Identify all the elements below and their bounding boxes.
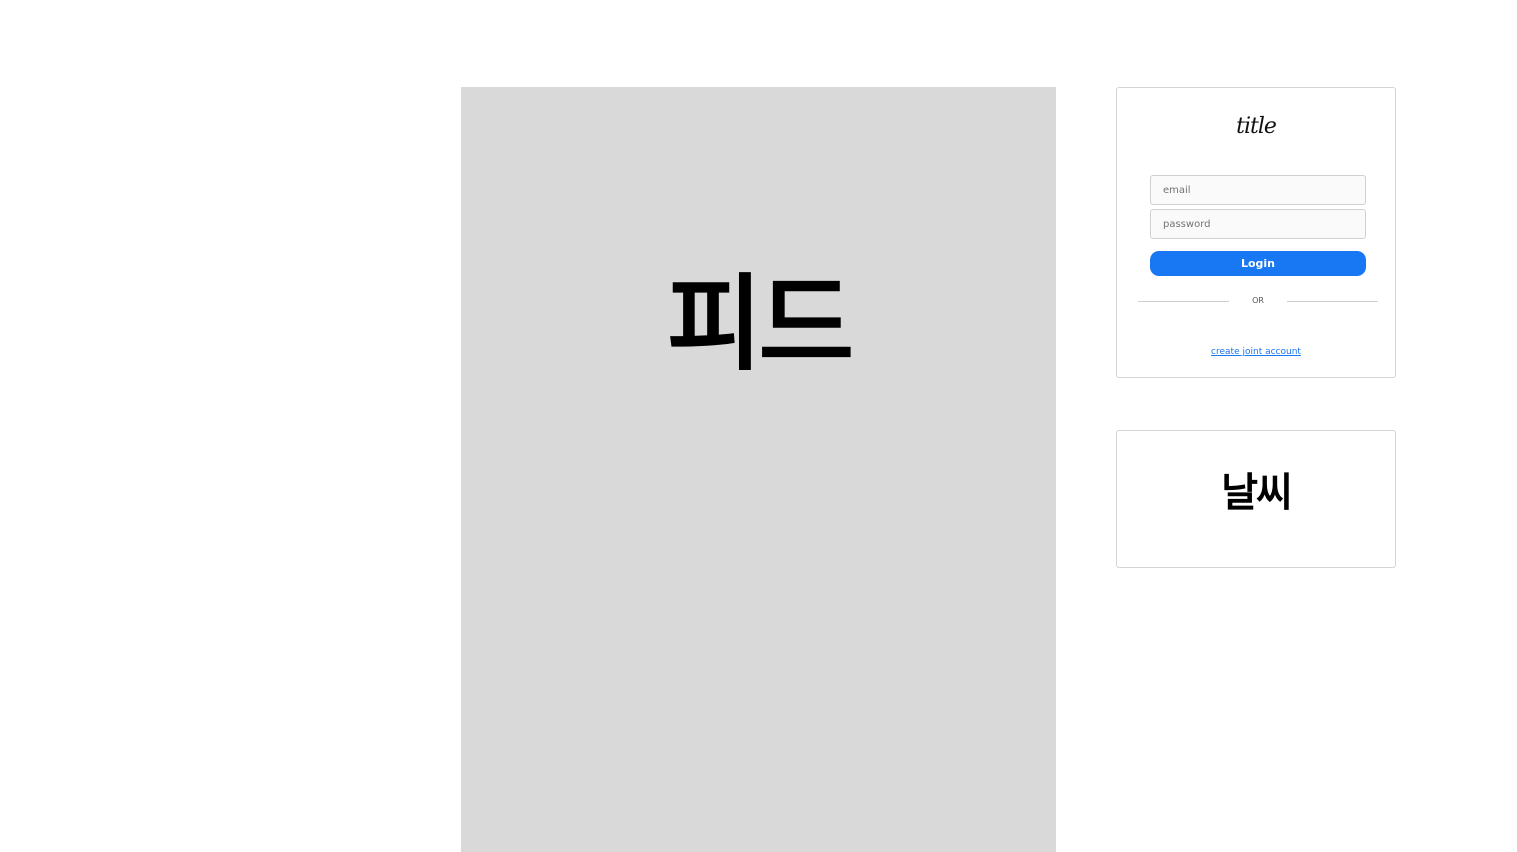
weather-title: 날씨 [1221,470,1293,516]
email-field[interactable] [1150,175,1366,205]
login-logo: title [1236,114,1277,139]
divider-line-left [1138,301,1229,302]
divider-or-text: OR [1252,296,1264,305]
login-card: title Login OR create joint account [1116,87,1396,378]
login-button[interactable]: Login [1150,251,1366,276]
page: 피드 title Login OR create joint account 날… [0,0,1517,852]
feed-title: 피드 [666,263,854,385]
create-account-link[interactable]: create joint account [1117,347,1395,357]
password-field[interactable] [1150,209,1366,239]
feed-panel: 피드 [461,87,1056,852]
divider-line-right [1287,301,1378,302]
weather-card: 날씨 [1116,430,1396,568]
